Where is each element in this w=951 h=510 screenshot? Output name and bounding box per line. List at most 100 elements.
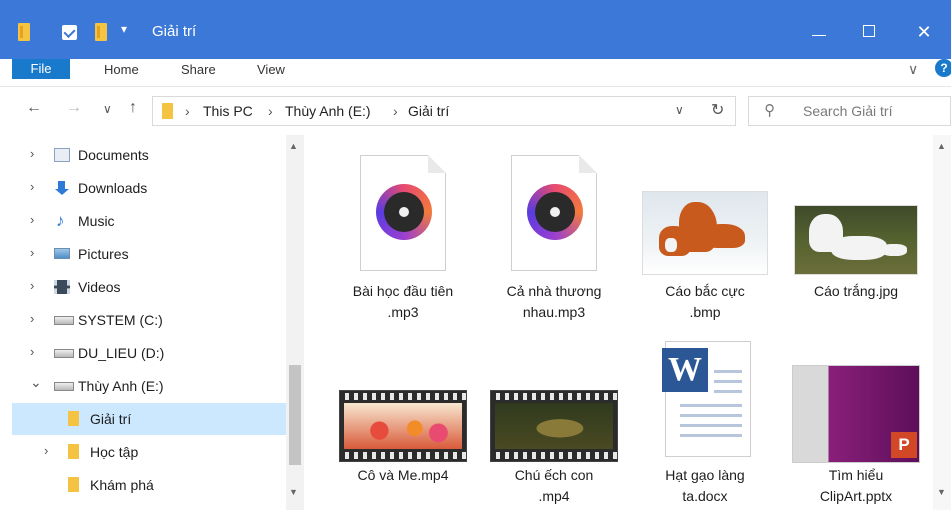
close-icon: ✕ — [916, 22, 932, 42]
title-bar: ▾ Giải trí ✕ — [0, 0, 951, 59]
nav-item-system-c[interactable]: › SYSTEM (C:) — [12, 304, 286, 336]
nav-item-music[interactable]: › ♪ Music — [12, 205, 286, 237]
scroll-up-icon[interactable]: ▲ — [937, 141, 946, 151]
drive-icon — [54, 382, 74, 391]
file-name-line: Hạt gạo làng — [665, 467, 745, 483]
expand-chevron-icon[interactable]: › — [44, 443, 48, 458]
mp3-file-icon — [511, 155, 597, 271]
white-fox-thumbnail — [794, 205, 918, 275]
address-dropdown-icon[interactable]: ∨ — [675, 103, 684, 117]
mp3-file-icon — [360, 155, 446, 271]
refresh-icon[interactable]: ↻ — [711, 100, 724, 120]
expand-chevron-icon[interactable]: › — [30, 146, 34, 161]
content-scrollbar[interactable]: ▲ ▼ — [933, 135, 951, 510]
expand-chevron-icon[interactable]: › — [30, 278, 34, 293]
breadcrumb-separator: › — [393, 103, 398, 119]
tab-home[interactable]: Home — [104, 62, 139, 77]
breadcrumb-separator: › — [185, 103, 190, 119]
breadcrumb-this-pc[interactable]: This PC — [203, 103, 253, 119]
nav-item-videos[interactable]: › Videos — [12, 271, 286, 303]
navigation-bar: ← → ∨ ↑ › This PC › Thùy Anh (E:) › Giải… — [0, 87, 951, 135]
tab-share[interactable]: Share — [181, 62, 216, 77]
file-view: Bài học đầu tiên .mp3 Cả nhà thương nhau… — [318, 135, 931, 510]
breadcrumb-drive[interactable]: Thùy Anh (E:) — [285, 103, 371, 119]
collapse-chevron-icon[interactable]: ⌄ — [30, 374, 42, 391]
scroll-down-icon[interactable]: ▼ — [289, 487, 298, 497]
word-document-icon: W — [662, 341, 751, 457]
music-disc-icon — [527, 184, 583, 240]
video-thumbnail — [490, 390, 618, 462]
ribbon-tabs: File Home Share View ∨ ? — [0, 59, 951, 87]
file-name-line: Cô và Me.mp4 — [357, 467, 449, 483]
nav-item-hoc-tap[interactable]: › Học tập — [12, 436, 286, 468]
folder-icon — [18, 23, 30, 41]
file-name-line: ClipArt.pptx — [819, 488, 893, 504]
expand-chevron-icon[interactable]: › — [30, 311, 34, 326]
help-icon[interactable]: ? — [935, 59, 951, 77]
nav-item-label: Documents — [78, 147, 149, 163]
minimize-icon — [812, 35, 826, 36]
maximize-icon — [863, 25, 875, 37]
nav-item-giai-tri[interactable]: Giải trí — [12, 403, 286, 435]
music-disc-icon — [376, 184, 432, 240]
minimize-button[interactable] — [796, 14, 842, 50]
expand-chevron-icon[interactable]: › — [30, 245, 34, 260]
new-folder-icon[interactable] — [95, 23, 107, 41]
back-arrow-icon[interactable]: ← — [26, 99, 42, 117]
nav-item-label: Videos — [78, 279, 121, 295]
file-name: Bài học đầu tiên .mp3 — [329, 281, 477, 323]
folder-icon — [68, 444, 79, 459]
search-box[interactable]: ⚲ Search Giải trí — [748, 96, 951, 126]
file-name-line: nhau.mp3 — [522, 304, 586, 320]
scroll-up-icon[interactable]: ▲ — [289, 141, 298, 151]
videos-icon — [54, 280, 70, 294]
file-name: Cả nhà thương nhau.mp3 — [480, 281, 628, 323]
folder-icon — [68, 477, 79, 492]
file-name-line: Cáo bắc cực — [665, 283, 745, 299]
file-name: Cáo bắc cực .bmp — [631, 281, 779, 323]
window-title: Giải trí — [152, 23, 197, 40]
file-name: Cáo trắng.jpg — [782, 281, 930, 302]
nav-item-label: Downloads — [78, 180, 148, 196]
downloads-icon — [54, 181, 70, 195]
arctic-fox-thumbnail — [642, 191, 768, 275]
nav-item-du-lieu-d[interactable]: › DU_LIEU (D:) — [12, 337, 286, 369]
file-name-line: Chú ếch con — [514, 467, 594, 483]
navigation-scrollbar[interactable]: ▲ ▼ — [286, 135, 304, 510]
file-name-line: ta.docx — [682, 488, 728, 504]
recent-locations-icon[interactable]: ∨ — [103, 102, 112, 116]
nav-item-documents[interactable]: › Documents — [12, 139, 286, 171]
up-arrow-icon[interactable]: ↑ — [129, 99, 137, 117]
nav-item-label: Giải trí — [90, 411, 132, 427]
properties-check-icon[interactable] — [62, 25, 77, 40]
nav-item-downloads[interactable]: › Downloads — [12, 172, 286, 204]
nav-item-pictures[interactable]: › Pictures — [12, 238, 286, 270]
nav-item-label: Khám phá — [90, 477, 154, 493]
nav-item-label: SYSTEM (C:) — [78, 312, 163, 328]
scroll-down-icon[interactable]: ▼ — [937, 487, 946, 497]
expand-chevron-icon[interactable]: › — [30, 179, 34, 194]
music-icon: ♪ — [56, 211, 65, 230]
nav-item-kham-pha[interactable]: Khám phá — [12, 469, 286, 501]
scrollbar-thumb[interactable] — [289, 365, 301, 465]
expand-chevron-icon[interactable]: › — [30, 212, 34, 227]
close-button[interactable]: ✕ — [901, 14, 947, 50]
file-name: Cô và Me.mp4 — [329, 465, 477, 486]
nav-item-thuy-anh-e[interactable]: ⌄ Thùy Anh (E:) — [12, 370, 286, 402]
forward-arrow-icon[interactable]: → — [66, 99, 82, 117]
drive-icon — [54, 316, 74, 325]
expand-chevron-icon[interactable]: › — [30, 344, 34, 359]
file-name-line: .bmp — [689, 304, 721, 320]
breadcrumb-current[interactable]: Giải trí — [408, 103, 449, 119]
tab-file[interactable]: File — [12, 59, 70, 79]
quick-access-dropdown-icon[interactable]: ▾ — [121, 22, 127, 36]
search-input[interactable]: Search Giải trí — [803, 103, 892, 119]
nav-item-label: Thùy Anh (E:) — [78, 378, 164, 394]
maximize-button[interactable] — [846, 14, 892, 50]
nav-item-label: Pictures — [78, 246, 129, 262]
expand-ribbon-icon[interactable]: ∨ — [908, 61, 918, 78]
address-bar[interactable]: › This PC › Thùy Anh (E:) › Giải trí ∨ ↻ — [152, 96, 736, 126]
nav-item-label: DU_LIEU (D:) — [78, 345, 165, 361]
navigation-pane: › Documents › Downloads › ♪ Music › Pict… — [12, 135, 309, 510]
tab-view[interactable]: View — [257, 62, 285, 77]
